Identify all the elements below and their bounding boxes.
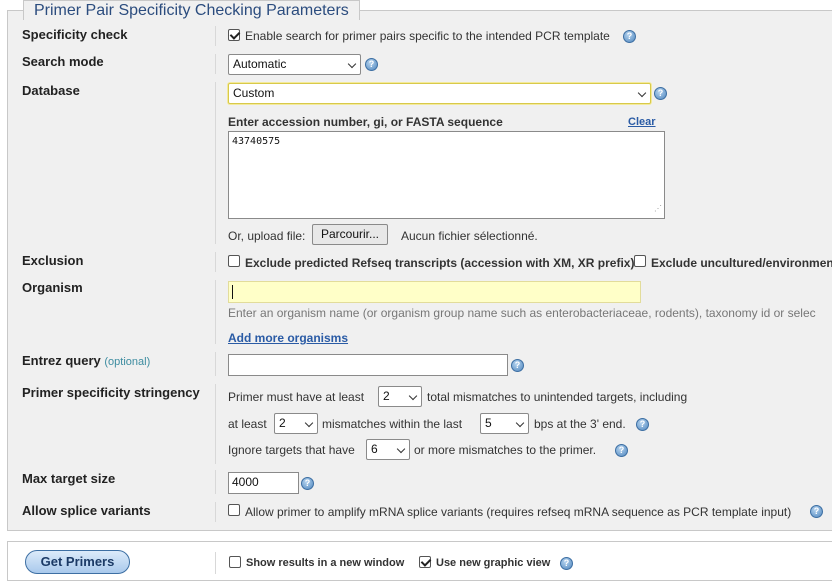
chevron-down-icon [304,418,314,428]
database-value: Custom [233,86,275,100]
chevron-down-icon [408,391,418,401]
specificity-check-label: Specificity check [22,27,128,42]
last-bps-select[interactable]: 5 [480,413,529,434]
graphic-view-text: Use new graphic view [436,557,551,569]
stringency-line3-suffix: or more mismatches to the primer. [414,443,597,457]
entrez-query-label-text: Entrez query [22,353,101,368]
specificity-checkbox[interactable] [228,29,240,41]
organism-hint: Enter an organism name (or organism grou… [228,306,816,320]
entrez-optional-text: (optional) [104,356,151,368]
max-target-input[interactable]: 4000 [228,472,299,494]
graphic-view-checkbox[interactable] [419,556,431,568]
add-organisms-link[interactable]: Add more organisms [228,331,348,345]
total-mismatches-value: 2 [383,389,390,403]
column-divider [215,26,216,46]
mismatches-3prime-value: 2 [279,416,286,430]
clear-link[interactable]: Clear [628,116,656,128]
help-icon[interactable]: ? [623,30,636,43]
stringency-line2-prefix: at least [228,417,267,431]
specificity-text: Enable search for primer pairs specific … [245,29,610,43]
stringency-line2-suffix: bps at the 3' end. [534,417,626,431]
column-divider [215,552,216,574]
help-icon[interactable]: ? [654,87,667,100]
resize-handle-icon[interactable]: ⋰ [654,201,662,217]
ignore-mismatches-value: 6 [371,442,378,456]
splice-checkbox[interactable] [228,504,240,516]
column-divider [215,470,216,494]
entrez-query-input[interactable] [228,354,508,376]
database-select[interactable]: Custom [228,83,651,104]
exclude-predicted-checkbox[interactable] [228,255,240,267]
custom-seq-textarea[interactable]: 43740575 ⋰ [228,131,665,219]
custom-seq-label: Enter accession number, gi, or FASTA seq… [228,115,503,129]
stringency-line2-mid: mismatches within the last [322,417,463,431]
mismatches-3prime-select[interactable]: 2 [274,413,318,434]
chevron-down-icon [347,59,357,69]
get-primers-button[interactable]: Get Primers [25,550,130,574]
fieldset-legend: Primer Pair Specificity Checking Paramet… [23,0,360,20]
stringency-line1-prefix: Primer must have at least [228,390,365,404]
search-mode-value: Automatic [233,57,287,71]
help-icon[interactable]: ? [560,557,573,570]
stringency-line3-prefix: Ignore targets that have [228,443,355,457]
splice-text: Allow primer to amplify mRNA splice vari… [245,505,792,519]
upload-label: Or, upload file: [228,229,306,243]
stringency-line1-suffix: total mismatches to unintended targets, … [427,390,688,404]
custom-seq-value: 43740575 [232,136,281,147]
exclude-predicted-text: Exclude predicted Refseq transcripts (ac… [245,256,635,270]
column-divider [215,384,216,464]
column-divider [215,280,216,344]
database-label: Database [22,83,80,98]
help-icon[interactable]: ? [810,505,823,518]
exclude-uncultured-text: Exclude uncultured/environment [651,256,832,270]
new-window-text: Show results in a new window [246,557,405,569]
help-icon[interactable]: ? [636,418,649,431]
ignore-mismatches-select[interactable]: 6 [366,439,410,460]
chevron-down-icon [515,418,525,428]
splice-label: Allow splice variants [22,503,151,518]
column-divider [215,352,216,376]
organism-input[interactable] [228,281,641,303]
upload-status: Aucun fichier sélectionné. [401,229,538,243]
help-icon[interactable]: ? [365,58,378,71]
help-icon[interactable]: ? [511,359,524,372]
entrez-query-label: Entrez query (optional) [22,353,150,368]
help-icon[interactable]: ? [301,477,314,490]
column-divider [215,54,216,74]
text-cursor [232,285,233,299]
new-window-checkbox[interactable] [229,556,241,568]
search-mode-label: Search mode [22,54,104,69]
column-divider [215,252,216,272]
exclude-uncultured-checkbox[interactable] [634,255,646,267]
chevron-down-icon [396,444,406,454]
chevron-down-icon [637,88,647,98]
last-bps-value: 5 [485,416,492,430]
max-target-label: Max target size [22,471,116,486]
column-divider [215,502,216,522]
total-mismatches-select[interactable]: 2 [378,386,422,407]
organism-label: Organism [22,280,83,295]
browse-button[interactable]: Parcourir... [312,224,389,245]
search-mode-select[interactable]: Automatic [228,54,361,75]
stringency-label: Primer specificity stringency [22,385,200,400]
help-icon[interactable]: ? [615,444,628,457]
column-divider [215,82,216,244]
exclusion-label: Exclusion [22,253,84,268]
